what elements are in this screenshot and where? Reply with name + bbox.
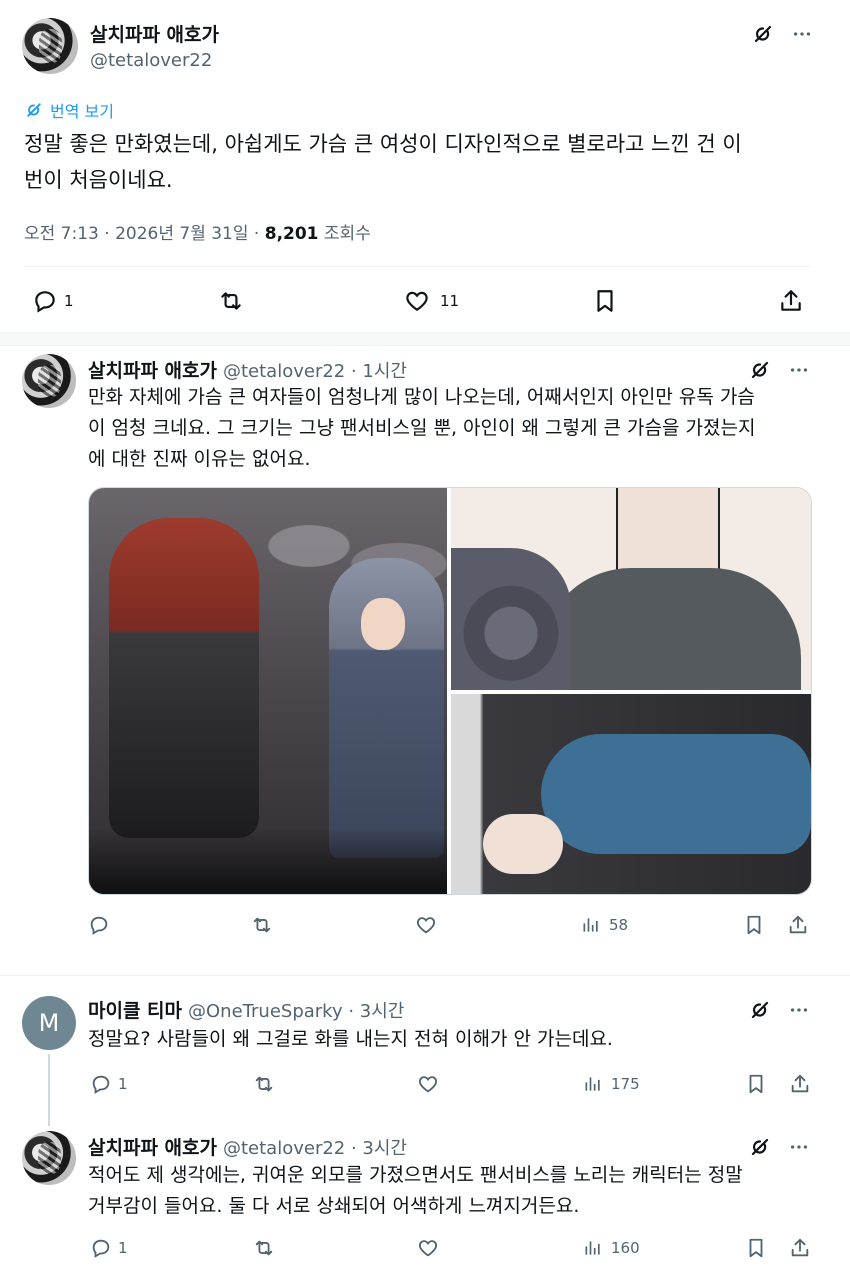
user-handle[interactable]: @tetalover22 [90,50,212,71]
grok-icon[interactable] [746,996,774,1024]
character-arm [541,734,811,854]
reply-text-line: 에 대한 진짜 이유는 없어요. [88,448,311,470]
reply-text: 만화 자체에 가슴 큰 여자들이 엄청나게 많이 나오는데, 어째서인지 아인만… [88,382,755,475]
avatar[interactable] [22,354,76,408]
manga-panel-top-right[interactable] [451,488,811,690]
reply-text-line: 적어도 제 생각에는, 귀여운 외모를 가졌으면서도 팬서비스를 노리는 캐릭터… [88,1164,743,1186]
display-name[interactable]: 살치파파 애호가 [88,356,217,383]
tweet-text: 정말 좋은 만화였는데, 아쉽게도 가슴 큰 여성이 디자인적으로 별로라고 느… [24,126,742,198]
retweet-icon[interactable] [251,1235,277,1261]
share-icon[interactable] [785,912,811,938]
tweet-text-line: 번이 처음이네요. [24,168,173,192]
media-grid[interactable] [88,487,812,895]
reply-icon[interactable] [88,1071,114,1097]
grok-icon [24,100,44,120]
display-name[interactable]: 살치파파 애호가 [88,1133,217,1160]
panel-foreground [89,828,447,894]
reply-header: 살치파파 애호가 @tetalover22 · 1시간 [88,356,407,383]
view-count: 58 [609,916,629,934]
avatar[interactable]: M [22,996,76,1050]
share-icon[interactable] [787,1235,813,1261]
divider [0,975,850,976]
character-red-hair [109,518,259,838]
like-count: 11 [440,292,460,310]
view-count: 8,201 [264,224,319,244]
bookmark-icon[interactable] [741,912,767,938]
bookmark-icon[interactable] [590,286,620,316]
reply-count: 1 [118,1239,128,1257]
manga-panel-bottom-right[interactable] [451,694,811,894]
tweet-timestamp[interactable]: 오전 7:13 · 2026년 7월 31일 · [24,224,259,244]
reply-text-line: 이 엄청 크네요. 그 크기는 그냥 팬서비스일 뿐, 아인이 왜 그렇게 큰 … [88,417,756,439]
share-icon[interactable] [776,286,806,316]
like-icon[interactable] [415,1235,441,1261]
avatar[interactable] [22,1131,76,1185]
tweet-meta: 오전 7:13 · 2026년 7월 31일 · 8,201 조회수 [24,219,371,244]
view-count: 175 [611,1075,640,1093]
thread-line [48,1054,50,1126]
reply-count: 1 [118,1075,128,1093]
views-icon[interactable] [580,1235,606,1261]
share-icon[interactable] [787,1071,813,1097]
reply-icon[interactable] [30,286,60,316]
bookmark-icon[interactable] [743,1235,769,1261]
user-handle[interactable]: @OneTrueSparky · 3시간 [188,997,404,1023]
more-icon[interactable] [785,996,813,1024]
reply-text-line: 거부감이 들어요. 둘 다 서로 상쇄되어 어색하게 느껴지거든요. [88,1195,580,1217]
reply-header: 살치파파 애호가 @tetalover22 · 3시간 [88,1133,407,1160]
reply-text-line: 만화 자체에 가슴 큰 여자들이 엄청나게 많이 나오는데, 어째서인지 아인만… [88,386,755,408]
like-icon[interactable] [413,912,439,938]
grok-icon[interactable] [746,1133,774,1161]
manga-panel-left[interactable] [89,488,447,894]
translate-link[interactable]: 번역 보기 [24,98,114,122]
views-icon[interactable] [578,912,604,938]
views-icon[interactable] [580,1071,606,1097]
user-handle[interactable]: @tetalover22 · 3시간 [223,1134,407,1160]
character-hands [483,814,563,874]
reply-text: 적어도 제 생각에는, 귀여운 외모를 가졌으면서도 팬서비스를 노리는 캐릭터… [88,1160,743,1222]
divider [24,266,810,267]
avatar[interactable] [22,18,78,74]
like-icon[interactable] [415,1071,441,1097]
section-separator [0,332,850,346]
more-icon[interactable] [785,1133,813,1161]
view-count: 160 [611,1239,640,1257]
grok-icon[interactable] [749,20,777,48]
retweet-icon[interactable] [216,286,246,316]
translate-label: 번역 보기 [50,102,114,121]
cloth-fold [451,548,571,690]
retweet-icon[interactable] [249,912,275,938]
reply-icon[interactable] [86,912,112,938]
reply-count: 1 [64,292,74,310]
reply-text-line: 정말요? 사람들이 왜 그걸로 화를 내는지 전혀 이해가 안 가는데요. [88,1028,613,1050]
retweet-icon[interactable] [251,1071,277,1097]
reply-icon[interactable] [88,1235,114,1261]
more-icon[interactable] [785,356,813,384]
reply-header: 마이클 티마 @OneTrueSparky · 3시간 [88,996,404,1023]
grok-icon[interactable] [746,356,774,384]
like-icon[interactable] [402,286,432,316]
reply-text: 정말요? 사람들이 왜 그걸로 화를 내는지 전혀 이해가 안 가는데요. [88,1024,613,1055]
display-name[interactable]: 마이클 티마 [88,996,182,1023]
more-icon[interactable] [788,20,816,48]
bookmark-icon[interactable] [743,1071,769,1097]
views-label: 조회수 [323,224,371,244]
character-face [361,598,405,650]
tweet-text-line: 정말 좋은 만화였는데, 아쉽게도 가슴 큰 여성이 디자인적으로 별로라고 느… [24,132,742,156]
user-handle[interactable]: @tetalover22 · 1시간 [223,357,407,383]
display-name[interactable]: 살치파파 애호가 [90,20,219,47]
character-shirt [541,568,801,690]
